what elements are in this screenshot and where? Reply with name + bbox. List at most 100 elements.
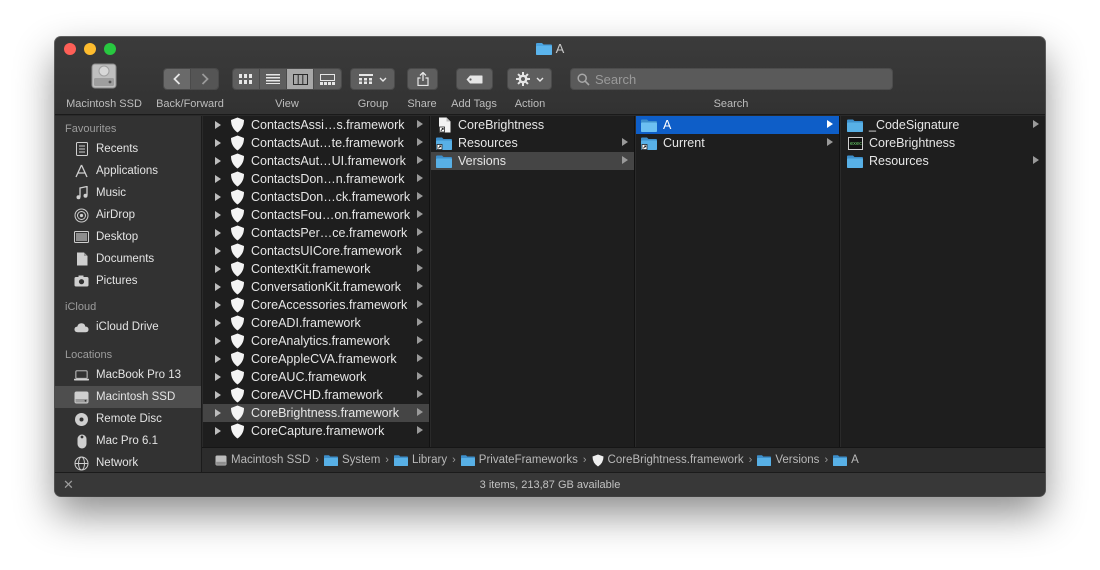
list-item-a[interactable]: A bbox=[636, 116, 839, 134]
list-item-framework[interactable]: CoreAccessories.framework bbox=[203, 296, 429, 314]
list-item-framework[interactable]: ContactsDon…ck.framework bbox=[203, 188, 429, 206]
back-forward-label: Back/Forward bbox=[156, 98, 224, 110]
column-versions[interactable]: A Current bbox=[636, 116, 840, 447]
list-item-framework[interactable]: ContactsDon…n.framework bbox=[203, 170, 429, 188]
list-item-framework[interactable]: CoreADI.framework bbox=[203, 314, 429, 332]
search-field[interactable] bbox=[570, 68, 893, 90]
expand-arrow-icon[interactable] bbox=[215, 301, 221, 309]
list-item-corebrightness-alias[interactable]: CoreBrightness bbox=[431, 116, 634, 134]
folder-icon bbox=[847, 153, 863, 169]
framework-icon bbox=[229, 369, 245, 385]
list-item-versions[interactable]: Versions bbox=[431, 152, 634, 170]
list-item-framework[interactable]: CoreAUC.framework bbox=[203, 368, 429, 386]
sidebar-item-mac-pro[interactable]: Mac Pro 6.1 bbox=[55, 430, 201, 452]
exec-icon: exec bbox=[847, 135, 863, 151]
list-item-label: ContactsPer…ce.framework bbox=[251, 226, 408, 240]
expand-arrow-icon[interactable] bbox=[215, 409, 221, 417]
search-input[interactable] bbox=[595, 71, 875, 87]
column-bundle[interactable]: CoreBrightness Resources Versions bbox=[431, 116, 635, 447]
sidebar-item-macintosh-ssd[interactable]: Macintosh SSD bbox=[55, 386, 201, 408]
expand-arrow-icon[interactable] bbox=[215, 211, 221, 219]
back-button[interactable] bbox=[164, 69, 191, 89]
expand-arrow-icon[interactable] bbox=[215, 337, 221, 345]
expand-arrow-icon[interactable] bbox=[215, 157, 221, 165]
list-view-button[interactable] bbox=[260, 69, 287, 89]
sidebar-item-recents[interactable]: Recents bbox=[55, 138, 201, 160]
sidebar-header-favourites: Favourites bbox=[65, 123, 117, 135]
expand-arrow-icon[interactable] bbox=[215, 355, 221, 363]
expand-arrow-icon[interactable] bbox=[215, 247, 221, 255]
list-item-framework[interactable]: ContactsAssi…s.framework bbox=[203, 116, 429, 134]
sidebar-item-remote-disc[interactable]: Remote Disc bbox=[55, 408, 201, 430]
sidebar-item-label: Recents bbox=[96, 143, 139, 155]
breadcrumb-item[interactable]: Library bbox=[393, 454, 447, 466]
list-item-corebrightness-exec[interactable]: exec CoreBrightness bbox=[841, 134, 1045, 152]
breadcrumb-label: System bbox=[341, 454, 381, 466]
sidebar-item-documents[interactable]: Documents bbox=[55, 248, 201, 270]
breadcrumb-item[interactable]: Versions bbox=[757, 454, 819, 466]
sidebar-item-network[interactable]: Network bbox=[55, 452, 201, 472]
sidebar-item-applications[interactable]: Applications bbox=[55, 160, 201, 182]
breadcrumb-item[interactable]: PrivateFrameworks bbox=[460, 454, 578, 466]
list-item-framework[interactable]: ConversationKit.framework bbox=[203, 278, 429, 296]
list-item-framework[interactable]: CoreBrightness.framework bbox=[203, 404, 429, 422]
breadcrumb-item[interactable]: A bbox=[833, 454, 859, 466]
column-frameworks[interactable]: ContactsAssi…s.framework ContactsAut…te.f… bbox=[203, 116, 430, 447]
list-item-framework[interactable]: ContextKit.framework bbox=[203, 260, 429, 278]
sidebar-item-desktop[interactable]: Desktop bbox=[55, 226, 201, 248]
expand-arrow-icon[interactable] bbox=[215, 283, 221, 291]
expand-arrow-icon[interactable] bbox=[215, 391, 221, 399]
gallery-view-button[interactable] bbox=[314, 69, 341, 89]
list-item-framework[interactable]: ContactsAut…te.framework bbox=[203, 134, 429, 152]
list-item-label: ContactsUICore.framework bbox=[251, 244, 402, 258]
folder-icon bbox=[757, 454, 772, 466]
forward-button[interactable] bbox=[191, 69, 218, 89]
column-view-button[interactable] bbox=[287, 69, 314, 89]
share-button[interactable] bbox=[407, 68, 438, 90]
list-item-label: ContactsDon…n.framework bbox=[251, 172, 405, 186]
expand-arrow-icon[interactable] bbox=[215, 175, 221, 183]
sidebar-item-pictures[interactable]: Pictures bbox=[55, 270, 201, 292]
expand-arrow-icon[interactable] bbox=[215, 139, 221, 147]
breadcrumb-item[interactable]: System bbox=[323, 454, 381, 466]
expand-arrow-icon[interactable] bbox=[215, 121, 221, 129]
expand-arrow-icon[interactable] bbox=[215, 229, 221, 237]
disk-icon bbox=[74, 390, 89, 405]
window-title-text: A bbox=[555, 41, 565, 56]
list-item-framework[interactable]: ContactsPer…ce.framework bbox=[203, 224, 429, 242]
sidebar-item-music[interactable]: Music bbox=[55, 182, 201, 204]
breadcrumb-item[interactable]: CoreBrightness.framework bbox=[592, 454, 744, 467]
list-item-label: CoreBrightness bbox=[458, 118, 545, 132]
group-button[interactable] bbox=[350, 68, 395, 90]
list-item-current[interactable]: Current bbox=[636, 134, 839, 152]
list-item-framework[interactable]: CoreAnalytics.framework bbox=[203, 332, 429, 350]
list-icon bbox=[266, 74, 280, 84]
disk-icon bbox=[215, 455, 227, 466]
expand-arrow-icon[interactable] bbox=[215, 265, 221, 273]
list-item-resources[interactable]: Resources bbox=[841, 152, 1045, 170]
add-tags-button[interactable] bbox=[456, 68, 493, 90]
sidebar-item-airdrop[interactable]: AirDrop bbox=[55, 204, 201, 226]
expand-arrow-icon[interactable] bbox=[215, 427, 221, 435]
action-button[interactable] bbox=[507, 68, 552, 90]
hard-disk-icon[interactable] bbox=[89, 61, 119, 96]
list-item-resources-alias[interactable]: Resources bbox=[431, 134, 634, 152]
framework-icon bbox=[229, 117, 245, 133]
breadcrumb-item[interactable]: Macintosh SSD bbox=[215, 454, 310, 466]
list-item-codesignature[interactable]: _CodeSignature bbox=[841, 116, 1045, 134]
list-item-framework[interactable]: CoreAVCHD.framework bbox=[203, 386, 429, 404]
sidebar-item-macbook-pro[interactable]: MacBook Pro 13 bbox=[55, 364, 201, 386]
list-item-framework[interactable]: ContactsAut…UI.framework bbox=[203, 152, 429, 170]
list-item-framework[interactable]: CoreAppleCVA.framework bbox=[203, 350, 429, 368]
expand-arrow-icon[interactable] bbox=[215, 373, 221, 381]
icon-view-button[interactable] bbox=[233, 69, 260, 89]
list-item-framework[interactable]: CoreCapture.framework bbox=[203, 422, 429, 440]
list-item-framework[interactable]: ContactsFou…on.framework bbox=[203, 206, 429, 224]
expand-arrow-icon[interactable] bbox=[215, 193, 221, 201]
close-sidebar-icon[interactable]: ✕ bbox=[63, 477, 74, 493]
expand-arrow-icon[interactable] bbox=[215, 319, 221, 327]
column-contents[interactable]: _CodeSignature exec CoreBrightness Resou… bbox=[841, 116, 1045, 447]
sidebar-item-icloud-drive[interactable]: iCloud Drive bbox=[55, 316, 201, 338]
list-item-framework[interactable]: ContactsUICore.framework bbox=[203, 242, 429, 260]
disclosure-arrow-icon bbox=[1033, 120, 1039, 128]
